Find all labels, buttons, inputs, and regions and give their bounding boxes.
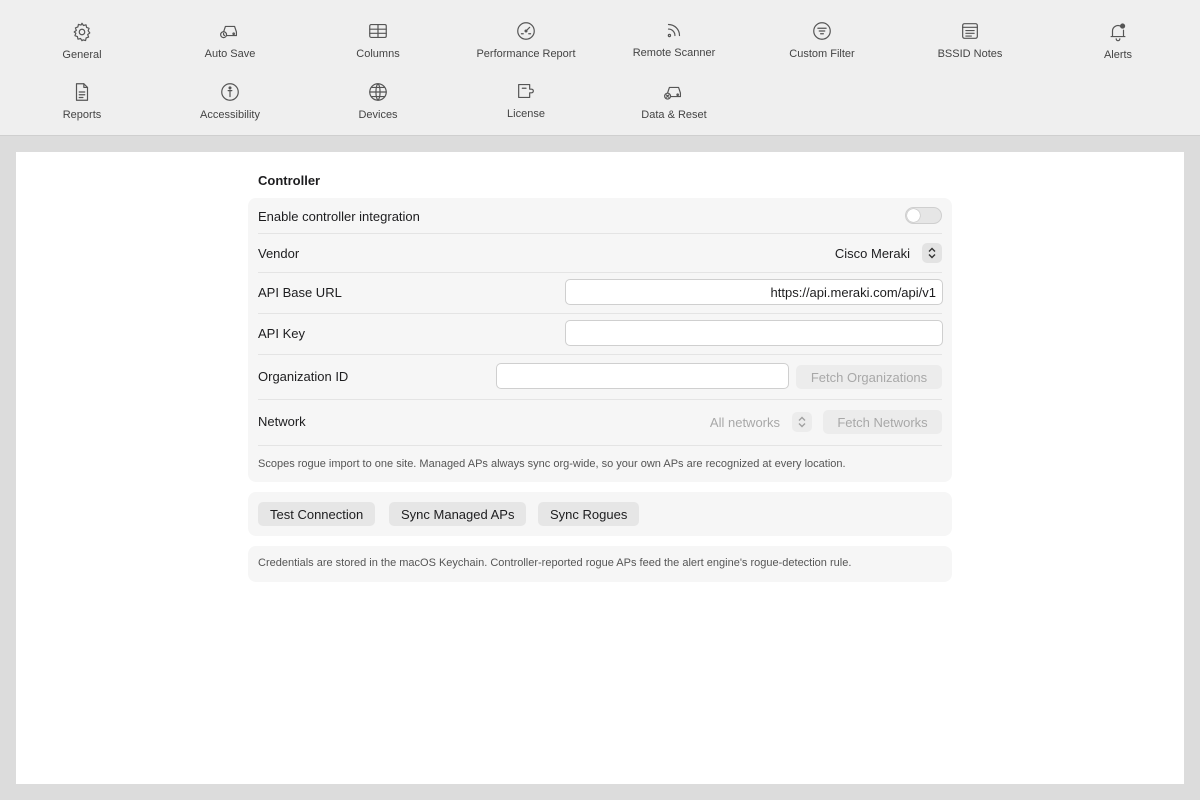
document-icon bbox=[69, 79, 95, 105]
enable-toggle[interactable] bbox=[905, 207, 942, 224]
test-connection-button[interactable]: Test Connection bbox=[258, 502, 376, 526]
enable-row: Enable controller integration bbox=[258, 198, 942, 234]
network-popup[interactable]: All networks bbox=[710, 412, 812, 432]
chevron-updown-icon bbox=[792, 412, 812, 432]
actions-group: Test Connection Sync Managed APs Sync Ro… bbox=[248, 492, 952, 536]
accessibility-icon bbox=[217, 79, 243, 105]
tab-general[interactable]: General bbox=[17, 19, 147, 69]
organization-row: Organization ID Fetch Organizations bbox=[258, 355, 942, 400]
reset-drive-icon bbox=[661, 79, 687, 105]
tab-performance-report[interactable]: Performance Report bbox=[461, 18, 591, 68]
tab-data-reset[interactable]: Data & Reset bbox=[609, 79, 739, 129]
api-url-row: API Base URL https://api.meraki.com/api/… bbox=[258, 273, 943, 314]
feed-icon bbox=[661, 17, 687, 43]
tab-label: Data & Reset bbox=[641, 109, 707, 121]
tab-label: General bbox=[62, 49, 102, 61]
organization-label: Organization ID bbox=[258, 369, 349, 384]
tab-custom-filter[interactable]: Custom Filter bbox=[757, 18, 887, 68]
tab-alerts[interactable]: Alerts bbox=[1053, 19, 1183, 69]
network-value: All networks bbox=[709, 414, 780, 430]
filter-icon bbox=[809, 18, 835, 44]
tab-label: License bbox=[507, 108, 545, 120]
tab-label: Custom Filter bbox=[789, 48, 855, 60]
auto-save-icon bbox=[217, 18, 243, 44]
tab-label: Remote Scanner bbox=[632, 47, 716, 59]
tab-label: Devices bbox=[358, 109, 398, 121]
sync-rogues-button[interactable]: Sync Rogues bbox=[538, 502, 640, 526]
tab-accessibility[interactable]: Accessibility bbox=[165, 79, 295, 129]
settings-panel: Controller Enable controller integration… bbox=[16, 152, 1184, 784]
license-icon bbox=[513, 78, 539, 104]
vendor-popup[interactable]: Cisco Meraki bbox=[835, 243, 942, 263]
tab-remote-scanner[interactable]: Remote Scanner bbox=[609, 17, 739, 67]
tab-label: Accessibility bbox=[200, 109, 260, 121]
keychain-note: Credentials are stored in the macOS Keyc… bbox=[258, 557, 852, 569]
tab-label: Auto Save bbox=[204, 48, 256, 60]
tab-devices[interactable]: Devices bbox=[313, 79, 443, 129]
api-key-field[interactable] bbox=[565, 320, 943, 346]
fetch-networks-button[interactable]: Fetch Networks bbox=[823, 410, 942, 434]
sync-managed-aps-button[interactable]: Sync Managed APs bbox=[389, 502, 527, 526]
api-key-row: API Key bbox=[258, 314, 943, 355]
tab-label: Columns bbox=[356, 48, 400, 60]
toggle-knob bbox=[907, 209, 920, 222]
vendor-row: Vendor Cisco Meraki bbox=[258, 234, 942, 273]
section-title: Controller bbox=[258, 173, 321, 188]
tab-bssid-notes[interactable]: BSSID Notes bbox=[905, 18, 1035, 68]
api-url-field[interactable]: https://api.meraki.com/api/v1 bbox=[565, 279, 943, 305]
tab-auto-save[interactable]: Auto Save bbox=[165, 18, 295, 68]
vendor-label: Vendor bbox=[258, 246, 300, 261]
network-row: Network All networks Fetch Networks bbox=[258, 400, 942, 446]
tab-label: Alerts bbox=[1103, 49, 1133, 61]
gauge-icon bbox=[513, 18, 539, 44]
enable-label: Enable controller integration bbox=[258, 209, 420, 224]
gear-icon bbox=[69, 19, 95, 45]
tab-label: BSSID Notes bbox=[937, 48, 1003, 60]
network-label: Network bbox=[258, 414, 306, 429]
chevron-updown-icon bbox=[922, 243, 942, 263]
controller-settings-group: Enable controller integration Vendor Cis… bbox=[248, 198, 952, 482]
tab-license[interactable]: License bbox=[461, 78, 591, 128]
fetch-organizations-button[interactable]: Fetch Organizations bbox=[796, 365, 942, 389]
organization-field[interactable] bbox=[496, 363, 789, 389]
vendor-value: Cisco Meraki bbox=[834, 245, 910, 261]
preferences-toolbar: General Auto Save Columns Performance Re… bbox=[0, 0, 1200, 136]
api-key-label: API Key bbox=[258, 326, 305, 341]
globe-icon bbox=[365, 79, 391, 105]
tab-label: Reports bbox=[62, 109, 102, 121]
tab-label: Performance Report bbox=[476, 48, 576, 60]
network-hint: Scopes rogue import to one site. Managed… bbox=[258, 458, 846, 470]
tab-reports[interactable]: Reports bbox=[17, 79, 147, 129]
notes-icon bbox=[957, 18, 983, 44]
tab-columns[interactable]: Columns bbox=[313, 18, 443, 68]
api-url-label: API Base URL bbox=[258, 285, 342, 300]
table-icon bbox=[365, 18, 391, 44]
note-group: Credentials are stored in the macOS Keyc… bbox=[248, 546, 952, 582]
bell-icon bbox=[1105, 19, 1131, 45]
